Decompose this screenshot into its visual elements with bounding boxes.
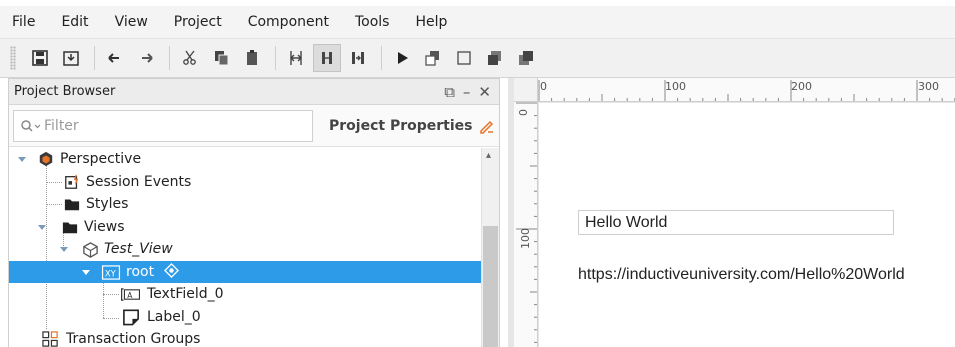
align-vertical-icon[interactable] [313, 44, 341, 72]
textfield-icon: A [120, 285, 142, 303]
expand-arrow-icon[interactable] [37, 222, 47, 232]
folder-icon [61, 218, 79, 236]
toolbar-grip[interactable] [10, 46, 16, 70]
float-panel-icon[interactable]: ⧉ [444, 82, 455, 102]
tree-item-textfield[interactable]: A TextField_0 [9, 283, 481, 305]
project-properties-button[interactable]: Project Properties [329, 118, 494, 134]
tree-item-label: Styles [86, 196, 129, 212]
transaction-groups-icon [39, 330, 61, 347]
bring-to-front-icon[interactable] [481, 44, 509, 72]
ruler-corner [514, 78, 538, 102]
canvas-textfield[interactable]: Hello World [578, 210, 894, 235]
session-events-icon [63, 173, 81, 191]
svg-text:A: A [127, 290, 133, 299]
search-row: Filter Project Properties [9, 105, 499, 147]
expand-arrow-icon[interactable] [17, 154, 27, 164]
toolbar [0, 38, 955, 78]
tree-item-test-view[interactable]: Test_View [9, 238, 481, 260]
label-icon [120, 308, 142, 326]
tree-item-perspective[interactable]: Perspective [9, 148, 481, 170]
close-panel-icon[interactable]: ✕ [478, 82, 491, 102]
minimize-panel-icon[interactable]: – [463, 82, 471, 102]
paste-icon[interactable] [238, 44, 266, 72]
menu-bar: File Edit View Project Component Tools H… [0, 6, 955, 38]
tree-item-label: Perspective [60, 151, 142, 167]
expand-arrow-icon[interactable] [59, 244, 69, 254]
toolbar-separator [169, 46, 170, 70]
scrollbar-thumb[interactable] [483, 226, 498, 347]
vertical-ruler: 0 100 [514, 102, 538, 347]
project-browser-panel: Project Browser ⧉ – ✕ Filter Project Pro… [8, 78, 500, 347]
menu-edit[interactable]: Edit [61, 14, 88, 30]
canvas-label[interactable]: https://inductiveuniversity.com/Hello%20… [578, 266, 905, 284]
tree-item-root[interactable]: XY root [9, 261, 481, 283]
save-icon[interactable] [26, 44, 54, 72]
menu-component[interactable]: Component [248, 14, 329, 30]
tree-item-transaction-groups[interactable]: Transaction Groups [9, 328, 481, 347]
designer-area: 0 100 200 300 0 100 Hello World https://… [508, 78, 955, 347]
cut-icon[interactable] [176, 44, 204, 72]
tree-scrollbar[interactable]: ▴ [481, 148, 499, 347]
tree-item-label: TextField_0 [147, 286, 224, 302]
svg-text:XY: XY [105, 268, 117, 278]
project-tree: Perspective Session Events Styles Views … [9, 148, 481, 347]
filter-input[interactable]: Filter [13, 109, 313, 142]
tree-item-label: Session Events [86, 174, 192, 190]
tree-item-label: Test_View [104, 241, 173, 257]
tree-item-label: Views [84, 219, 125, 235]
tree-item-label: Transaction Groups [66, 331, 201, 347]
copy-icon[interactable] [207, 44, 235, 72]
scroll-up-icon[interactable]: ▴ [486, 150, 491, 161]
menu-file[interactable]: File [12, 14, 35, 30]
align-horizontal-icon[interactable] [282, 44, 310, 72]
xy-container-icon: XY [101, 263, 121, 281]
project-browser-header: Project Browser ⧉ – ✕ [9, 79, 499, 105]
tree-item-session-events[interactable]: Session Events [9, 171, 481, 193]
ruler-label-100: 100 [665, 80, 686, 93]
textfield-value: Hello World [585, 213, 668, 231]
menu-tools[interactable]: Tools [355, 14, 390, 30]
save-all-icon[interactable] [57, 44, 85, 72]
ruler-ticks [516, 102, 537, 343]
send-backward-icon[interactable] [450, 44, 478, 72]
project-properties-icon [480, 120, 494, 134]
expand-arrow-icon[interactable] [81, 267, 91, 277]
search-icon [21, 119, 41, 132]
view-canvas[interactable]: Hello World https://inductiveuniversity.… [539, 103, 955, 347]
toolbar-separator [381, 46, 382, 70]
panel-title: Project Browser [14, 84, 116, 99]
view-icon [81, 240, 99, 258]
ruler-label-200: 200 [791, 80, 812, 93]
tree-item-label-component[interactable]: Label_0 [9, 306, 481, 328]
bring-forward-icon[interactable] [419, 44, 447, 72]
undo-icon[interactable] [101, 44, 129, 72]
play-icon[interactable] [388, 44, 416, 72]
send-to-back-icon[interactable] [512, 44, 540, 72]
menu-help[interactable]: Help [415, 14, 447, 30]
binding-indicator-icon [164, 262, 180, 282]
ruler-label-v100: 100 [519, 228, 532, 249]
toolbar-separator [275, 46, 276, 70]
horizontal-ruler: 0 100 200 300 [538, 78, 955, 102]
tree-item-label: Label_0 [147, 309, 201, 325]
ruler-label-0: 0 [540, 80, 547, 93]
folder-icon [63, 195, 81, 213]
redo-icon[interactable] [132, 44, 160, 72]
distribute-icon[interactable] [344, 44, 372, 72]
toolbar-separator [94, 46, 95, 70]
menu-view[interactable]: View [115, 14, 148, 30]
menu-project[interactable]: Project [174, 14, 222, 30]
project-properties-label: Project Properties [329, 117, 473, 134]
ruler-label-300: 300 [918, 80, 939, 93]
tree-item-label: root [126, 264, 155, 280]
filter-placeholder: Filter [44, 117, 79, 134]
tree-item-styles[interactable]: Styles [9, 193, 481, 215]
ruler-ticks [538, 80, 955, 101]
tree-item-views[interactable]: Views [9, 216, 481, 238]
perspective-icon [37, 150, 55, 168]
ruler-label-v0: 0 [517, 109, 530, 116]
